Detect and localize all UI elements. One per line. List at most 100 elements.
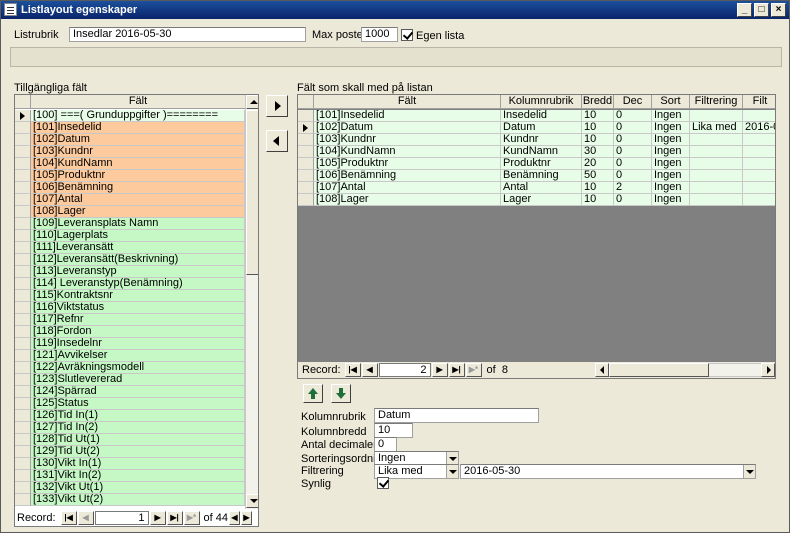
table-cell[interactable]: [743, 134, 775, 146]
minimize-button[interactable]: _: [737, 3, 752, 17]
table-row[interactable]: [127]Tid In(2): [31, 422, 245, 434]
new-record-button[interactable]: ▶*: [465, 363, 482, 377]
column-header[interactable]: Fält: [314, 95, 501, 109]
table-cell[interactable]: [103]Kundnr: [314, 134, 501, 146]
table-cell[interactable]: Ingen: [652, 158, 690, 170]
table-cell[interactable]: 20: [582, 158, 614, 170]
table-cell[interactable]: 0: [614, 194, 652, 206]
row-selector[interactable]: [15, 422, 31, 434]
close-button[interactable]: ×: [771, 3, 786, 17]
row-selector[interactable]: [15, 302, 31, 314]
row-selector[interactable]: [15, 110, 31, 122]
chevron-down-icon[interactable]: [446, 465, 458, 478]
row-selector[interactable]: [15, 266, 31, 278]
table-cell[interactable]: 2016-05: [743, 122, 775, 134]
row-selector[interactable]: [15, 386, 31, 398]
scroll-down-button[interactable]: [246, 494, 258, 508]
move-up-button[interactable]: [303, 384, 323, 403]
table-cell[interactable]: Antal: [501, 182, 582, 194]
table-cell[interactable]: 0: [614, 146, 652, 158]
table-row[interactable]: [106]Benämning: [31, 182, 245, 194]
new-record-button[interactable]: ▶*: [183, 511, 200, 525]
filter-value-select[interactable]: 2016-05-30: [460, 464, 756, 479]
table-cell[interactable]: [102]Datum: [314, 122, 501, 134]
row-selector[interactable]: [15, 374, 31, 386]
table-row[interactable]: [126]Tid In(1): [31, 410, 245, 422]
table-cell[interactable]: Ingen: [652, 194, 690, 206]
last-record-button[interactable]: ▶|: [448, 363, 465, 377]
row-selector[interactable]: [15, 158, 31, 170]
table-row[interactable]: [119]Insedelnr: [31, 338, 245, 350]
record-number-input[interactable]: 2: [378, 363, 431, 377]
record-number-input[interactable]: 1: [94, 511, 149, 525]
row-selector[interactable]: [15, 122, 31, 134]
table-cell[interactable]: 0: [614, 110, 652, 122]
left-vertical-scrollbar[interactable]: [245, 95, 258, 509]
table-cell[interactable]: Kundnr: [501, 134, 582, 146]
table-cell[interactable]: Ingen: [652, 182, 690, 194]
table-cell[interactable]: [690, 182, 743, 194]
table-cell[interactable]: [743, 170, 775, 182]
table-cell[interactable]: [690, 146, 743, 158]
table-cell[interactable]: 0: [614, 170, 652, 182]
falt-column-header[interactable]: Fält: [31, 95, 246, 109]
move-down-button[interactable]: [331, 384, 351, 403]
table-row[interactable]: [105]Produktnr: [31, 170, 245, 182]
row-selector[interactable]: [298, 146, 314, 158]
row-selector[interactable]: [15, 326, 31, 338]
table-row[interactable]: [103]Kundnr: [31, 146, 245, 158]
listrubrik-input[interactable]: Insedlar 2016-05-30: [69, 27, 306, 42]
table-cell[interactable]: [690, 170, 743, 182]
hscroll-right-button[interactable]: ▶: [241, 511, 252, 525]
table-row[interactable]: [121]Avvikelser: [31, 350, 245, 362]
row-selector[interactable]: [15, 146, 31, 158]
row-selector[interactable]: [15, 182, 31, 194]
column-header[interactable]: Dec: [614, 95, 652, 109]
hscroll-right-button[interactable]: [761, 363, 775, 377]
hscroll-left-button[interactable]: [595, 363, 609, 377]
row-selector[interactable]: [15, 170, 31, 182]
row-selector[interactable]: [15, 350, 31, 362]
table-row[interactable]: [122]Avräkningsmodell: [31, 362, 245, 374]
column-header[interactable]: Filtrering: [690, 95, 743, 109]
table-cell[interactable]: [105]Produktnr: [314, 158, 501, 170]
table-row[interactable]: [128]Tid Ut(1): [31, 434, 245, 446]
table-cell[interactable]: 0: [614, 122, 652, 134]
row-selector[interactable]: [298, 110, 314, 122]
table-cell[interactable]: Lika med: [690, 122, 743, 134]
table-row[interactable]: [130]Vikt In(1): [31, 458, 245, 470]
row-selector[interactable]: [15, 290, 31, 302]
row-selector[interactable]: [15, 206, 31, 218]
row-selector[interactable]: [15, 230, 31, 242]
table-row[interactable]: [102]Datum: [31, 134, 245, 146]
row-selector[interactable]: [298, 158, 314, 170]
table-row[interactable]: [114] Leveranstyp(Benämning): [31, 278, 245, 290]
row-selector[interactable]: [298, 194, 314, 206]
table-cell[interactable]: [107]Antal: [314, 182, 501, 194]
table-cell[interactable]: 30: [582, 146, 614, 158]
table-row[interactable]: [113]Leveranstyp: [31, 266, 245, 278]
table-cell[interactable]: [101]Insedelid: [314, 110, 501, 122]
table-cell[interactable]: 10: [582, 194, 614, 206]
kolumnbredd-input[interactable]: 10: [374, 423, 413, 438]
table-cell[interactable]: Benämning: [501, 170, 582, 182]
table-row[interactable]: [131]Vikt In(2): [31, 470, 245, 482]
row-selector[interactable]: [298, 134, 314, 146]
row-selector[interactable]: [15, 218, 31, 230]
table-cell[interactable]: [743, 146, 775, 158]
scroll-thumb[interactable]: [246, 110, 258, 275]
max-poster-input[interactable]: 1000: [361, 27, 398, 42]
row-selector[interactable]: [15, 314, 31, 326]
table-cell[interactable]: Ingen: [652, 122, 690, 134]
table-cell[interactable]: 0: [614, 158, 652, 170]
column-header[interactable]: Sort: [652, 95, 690, 109]
table-row[interactable]: [104]KundNamn: [31, 158, 245, 170]
column-header[interactable]: Filt: [743, 95, 775, 109]
antal-decimaler-input[interactable]: 0: [374, 437, 397, 452]
next-record-button[interactable]: ▶: [431, 363, 448, 377]
row-selector[interactable]: [15, 134, 31, 146]
table-cell[interactable]: 2: [614, 182, 652, 194]
prev-record-button[interactable]: ◀: [361, 363, 378, 377]
table-row[interactable]: [117]Refnr: [31, 314, 245, 326]
column-header[interactable]: Kolumnrubrik: [501, 95, 582, 109]
